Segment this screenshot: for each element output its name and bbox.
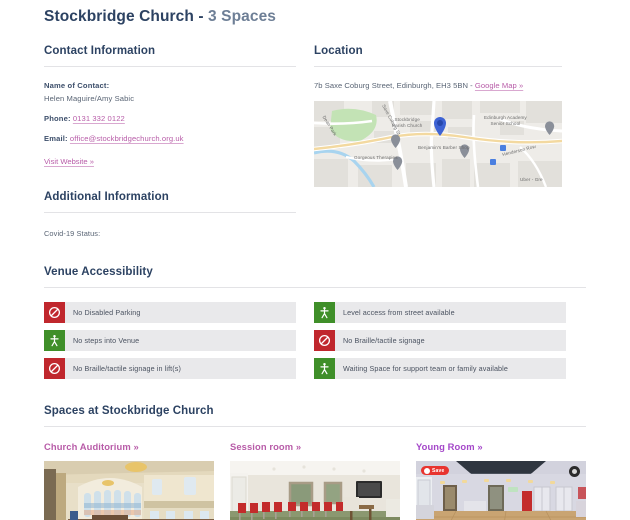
email-row: Email: office@stockbridgechurch.org.uk <box>44 134 296 143</box>
space-card[interactable]: Session room » <box>230 441 400 520</box>
accessibility-label: No steps into Venue <box>73 336 140 345</box>
accessibility-item: Waiting Space for support team or family… <box>314 358 566 379</box>
contact-column: Contact Information Name of Contact: Hel… <box>44 45 296 238</box>
prohibition-icon <box>318 334 331 347</box>
google-map-link[interactable]: Google Map » <box>475 81 523 90</box>
additional-body: Covid-19 Status: <box>44 213 296 238</box>
page-title: Stockbridge Church - 3 Spaces <box>44 0 586 26</box>
accessibility-label: Level access from street available <box>343 308 455 317</box>
accessible-person-icon <box>314 302 335 323</box>
phone-label: Phone: <box>44 114 71 123</box>
phone-link[interactable]: 0131 332 0122 <box>73 114 125 123</box>
accessibility-item: Level access from street available <box>314 302 566 323</box>
email-label: Email: <box>44 134 68 143</box>
spaces-heading: Spaces at Stockbridge Church <box>44 405 214 417</box>
map-graphic <box>314 101 562 187</box>
save-badge[interactable]: Save <box>421 466 450 475</box>
prohibition-icon <box>48 362 61 375</box>
spaces-cards: Church Auditorium » Session room » Young… <box>44 441 586 520</box>
accessibility-heading: Venue Accessibility <box>44 266 153 278</box>
person-icon <box>320 363 329 375</box>
space-card-title[interactable]: Session room » <box>230 441 400 452</box>
space-card-image[interactable] <box>44 461 214 520</box>
additional-info-section: Additional Information Covid-19 Status: <box>44 191 296 238</box>
accessibility-label: Waiting Space for support team or family… <box>343 364 508 373</box>
covid-status-label: Covid-19 Status: <box>44 229 101 238</box>
location-heading: Location <box>314 45 363 57</box>
venue-accessibility-section: Venue Accessibility No Disabled Parking <box>44 266 586 379</box>
accessibility-item: No steps into Venue <box>44 330 296 351</box>
accessible-person-icon <box>314 358 335 379</box>
person-icon <box>320 307 329 319</box>
panorama-icon-inner <box>572 469 577 474</box>
space-card-title[interactable]: Church Auditorium » <box>44 441 214 452</box>
accessibility-label: No Braille/tactile signage in lift(s) <box>73 364 181 373</box>
session-room-photo <box>230 461 400 520</box>
contact-body: Name of Contact: Helen Maguire/Amy Sabic… <box>44 67 296 166</box>
person-icon <box>50 335 59 347</box>
location-column: Location 7b Saxe Coburg Street, Edinburg… <box>314 45 562 238</box>
info-columns: Contact Information Name of Contact: Hel… <box>44 45 586 238</box>
space-card[interactable]: Young Room » Save <box>416 441 586 520</box>
venue-name: Stockbridge Church <box>44 8 194 25</box>
venue-detail-page: Stockbridge Church - 3 Spaces Contact In… <box>0 0 630 520</box>
panorama-icon[interactable] <box>569 466 580 477</box>
additional-heading: Additional Information <box>44 191 169 203</box>
contact-heading: Contact Information <box>44 45 156 57</box>
contact-name-value: Helen Maguire/Amy Sabic <box>44 94 135 103</box>
accessibility-grid: No Disabled Parking No steps into Venue <box>44 302 586 379</box>
space-card-image[interactable] <box>230 461 400 520</box>
spaces-section: Spaces at Stockbridge Church Church Audi… <box>44 405 586 520</box>
visit-website-link[interactable]: Visit Website » <box>44 157 94 166</box>
space-card[interactable]: Church Auditorium » <box>44 441 214 520</box>
save-icon <box>424 467 430 474</box>
accessibility-label: No Disabled Parking <box>73 308 141 317</box>
accessibility-item: No Braille/tactile signage <box>314 330 566 351</box>
accessibility-item: No Disabled Parking <box>44 302 296 323</box>
location-map[interactable]: Stockbridge Parish Church Edinburgh Acad… <box>314 101 562 187</box>
accessibility-left-column: No Disabled Parking No steps into Venue <box>44 302 296 379</box>
title-separator: - <box>193 8 209 25</box>
email-link[interactable]: office@stockbridgechurch.org.uk <box>70 134 184 143</box>
address-row: 7b Saxe Coburg Street, Edinburgh, EH3 5B… <box>314 67 562 90</box>
spaces-divider <box>44 426 586 427</box>
accessibility-divider <box>44 287 586 288</box>
no-entry-icon <box>314 330 335 351</box>
address-text: 7b Saxe Coburg Street, Edinburgh, EH3 5B… <box>314 81 475 90</box>
spaces-count: 3 Spaces <box>208 8 277 25</box>
save-badge-label: Save <box>432 467 445 474</box>
space-card-image[interactable]: Save <box>416 461 586 520</box>
contact-name-label: Name of Contact: <box>44 81 110 90</box>
space-card-title[interactable]: Young Room » <box>416 441 586 452</box>
no-entry-icon <box>44 302 65 323</box>
accessible-person-icon <box>44 330 65 351</box>
phone-row: Phone: 0131 332 0122 <box>44 114 296 123</box>
no-entry-icon <box>44 358 65 379</box>
accessibility-label: No Braille/tactile signage <box>343 336 425 345</box>
accessibility-right-column: Level access from street available No Br… <box>314 302 566 379</box>
prohibition-icon <box>48 306 61 319</box>
church-auditorium-photo <box>44 461 214 520</box>
accessibility-item: No Braille/tactile signage in lift(s) <box>44 358 296 379</box>
visit-website-row: Visit Website » <box>44 157 296 166</box>
